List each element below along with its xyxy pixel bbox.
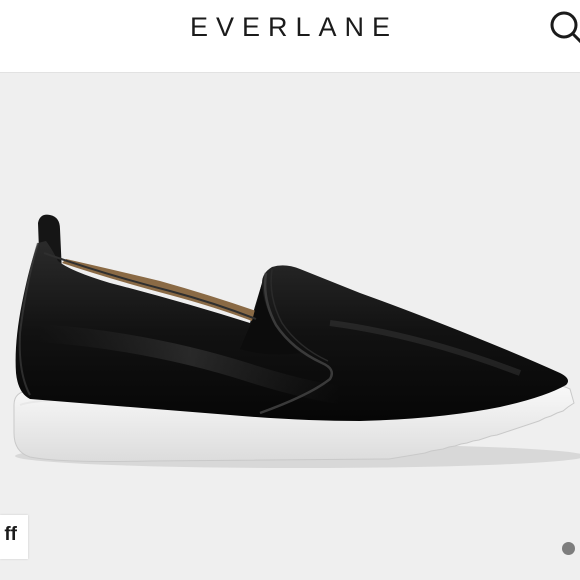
discount-badge[interactable]: ff xyxy=(0,515,28,559)
product-image[interactable] xyxy=(0,73,580,513)
carousel-dot-icon[interactable] xyxy=(562,542,575,555)
search-icon xyxy=(550,11,580,44)
search-button[interactable] xyxy=(544,6,580,46)
top-header: EVERLANE xyxy=(0,0,580,73)
product-page: EVERLANE ff xyxy=(0,0,580,580)
badge-label: ff xyxy=(4,524,17,545)
brand-logo[interactable]: EVERLANE xyxy=(0,12,580,43)
